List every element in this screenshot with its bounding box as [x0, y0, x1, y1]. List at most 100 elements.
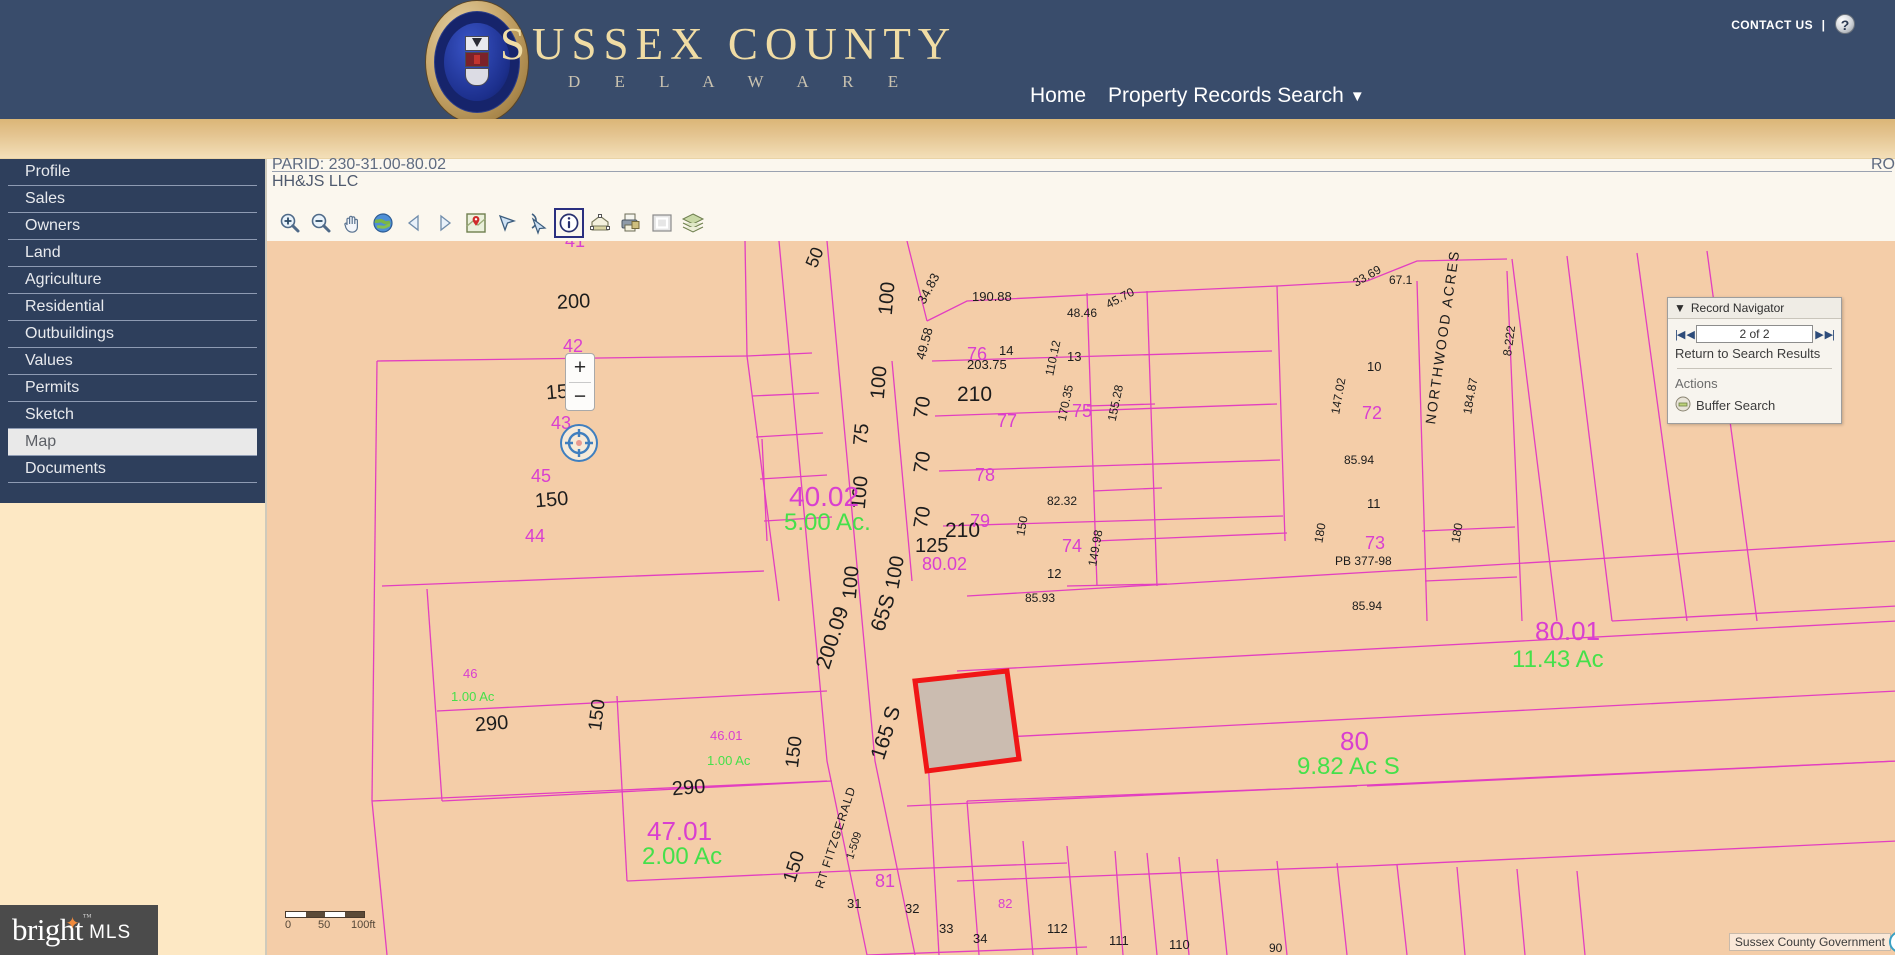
map-scale-bar: 0 50 100ft [285, 911, 377, 933]
chevron-down-icon[interactable]: ▼ [1350, 88, 1365, 105]
sidebar-item-profile[interactable]: Profile [8, 159, 257, 186]
selected-parcel-id: 80.02 [922, 554, 968, 574]
sidebar-item-map[interactable]: Map [8, 429, 257, 456]
trademark-icon: ™ [82, 912, 92, 922]
parcel-id-label: 45 [531, 466, 552, 486]
record-page-input[interactable]: 2 of 2 [1695, 325, 1814, 343]
selected-parcel-shape [912, 668, 1022, 774]
sidebar-item-outbuildings[interactable]: Outbuildings [8, 321, 257, 348]
parcel-id-label: 78 [975, 465, 996, 485]
dimension-label: 70 [909, 504, 936, 531]
brand-title: SUSSEX COUNTY [500, 19, 958, 69]
dimension-label: 67.1 [1389, 273, 1413, 287]
sub-id-label: 90 [1269, 941, 1283, 955]
sub-id-label: 112 [1047, 921, 1068, 936]
first-record-button[interactable]: |◀ [1675, 328, 1685, 341]
sidebar-item-land[interactable]: Land [8, 240, 257, 267]
dimension-label: 100 [874, 280, 900, 317]
dimension-label: 75 [849, 422, 874, 447]
sub-id-label: 13 [1067, 349, 1082, 364]
dimension-label: 100 [866, 364, 892, 401]
select-arrow-icon[interactable] [492, 208, 522, 238]
record-navigator-title: Record Navigator [1690, 301, 1785, 315]
return-to-search-results-link[interactable]: Return to Search Results [1675, 346, 1834, 361]
dimension-label: 200 [556, 290, 591, 314]
help-icon[interactable]: ? [1835, 14, 1855, 34]
dimension-label: 70 [909, 449, 936, 476]
zoom-out-icon[interactable] [306, 208, 336, 238]
sidebar-item-agriculture[interactable]: Agriculture [8, 267, 257, 294]
parcel-id-label: 79 [970, 511, 991, 531]
dimension-label: 190.88 [972, 289, 1012, 304]
sidebar-item-permits[interactable]: Permits [8, 375, 257, 402]
actions-label: Actions [1675, 376, 1718, 391]
pan-hand-icon[interactable] [337, 208, 367, 238]
parcel-id-label: 41 [565, 241, 586, 251]
sub-id-label: 32 [905, 901, 920, 916]
sub-id-label: 110 [1169, 937, 1190, 952]
zoom-in-icon[interactable] [275, 208, 305, 238]
parcel-id-label: 81 [875, 871, 896, 891]
sidebar-item-values[interactable]: Values [8, 348, 257, 375]
parcel-id-label: 74 [1062, 536, 1083, 556]
record-pager: |◀ ◀ 2 of 2 ▶ ▶| [1675, 325, 1835, 343]
dimension-label: 150 [782, 734, 807, 769]
nav-home[interactable]: Home [1030, 84, 1086, 108]
contact-us-link[interactable]: CONTACT US [1731, 18, 1813, 32]
extent-icon[interactable] [647, 208, 677, 238]
prev-record-button[interactable]: ◀ [1686, 328, 1695, 341]
collapse-caret-icon[interactable]: ▼ [1674, 301, 1686, 315]
buffer-search-action[interactable]: Buffer Search [1675, 396, 1834, 415]
last-record-button[interactable]: ▶| [1825, 328, 1835, 341]
sub-id-label: 31 [847, 896, 862, 911]
parcel-id-label: 46.01 [710, 728, 743, 743]
sketch-shape-icon[interactable] [585, 208, 615, 238]
main-navigation: Home Property Records Search ▼ [1030, 84, 1365, 108]
nav-property-records-search[interactable]: Property Records Search [1108, 84, 1344, 108]
sub-id-label: 10 [1367, 359, 1382, 374]
forward-arrow-icon[interactable] [430, 208, 460, 238]
dimension-label: 82.32 [1047, 494, 1078, 508]
buffer-search-label: Buffer Search [1696, 398, 1776, 413]
layers-icon[interactable] [678, 208, 708, 238]
site-header: SUSSEX COUNTY D E L A W A R E CONTACT US… [0, 0, 1895, 119]
watermark-suffix: MLS [89, 922, 132, 943]
zoom-out-button[interactable]: − [566, 383, 594, 411]
zoom-in-button[interactable]: + [566, 354, 594, 382]
map-pin-icon[interactable] [461, 208, 491, 238]
sparkle-icon: ✦ [65, 914, 80, 933]
sub-id-label: 11 [1367, 496, 1381, 511]
dimension-label: 70 [909, 394, 936, 421]
map-toolbar [267, 205, 1895, 241]
sidebar-item-sales[interactable]: Sales [8, 186, 257, 213]
brightmls-watermark: bright ✦ ™ MLS [0, 905, 158, 955]
print-icon[interactable] [616, 208, 646, 238]
dimension-label: 85.94 [1344, 453, 1375, 467]
sub-id-label: 14 [999, 343, 1014, 358]
owner-name: HH&JS LLC [272, 173, 359, 190]
sub-id-label: 111 [1109, 933, 1129, 948]
sidebar-item-sketch[interactable]: Sketch [8, 402, 257, 429]
dimension-label: 48.46 [1067, 306, 1098, 320]
sidebar-item-owners[interactable]: Owners [8, 213, 257, 240]
next-record-button[interactable]: ▶ [1815, 328, 1824, 341]
divider [1677, 368, 1832, 369]
brand-subtitle: D E L A W A R E [568, 72, 914, 91]
parcel-id-label: 76 [967, 344, 988, 364]
sidebar-item-residential[interactable]: Residential [8, 294, 257, 321]
globe-icon[interactable] [368, 208, 398, 238]
locate-crosshair-icon[interactable] [560, 424, 598, 462]
parcel-id-label: 77 [997, 411, 1018, 431]
dimension-label: 290 [474, 711, 510, 737]
parcel-map-canvas[interactable]: 50 200 42 41 150 43 45 150 44 100 100 10… [267, 241, 1895, 955]
buffer-search-icon [1675, 396, 1691, 415]
watermark-word: bright ✦ ™ [12, 912, 92, 947]
measure-icon[interactable] [523, 208, 553, 238]
record-navigator-header[interactable]: ▼ Record Navigator [1668, 298, 1841, 319]
sub-id-label: 34 [973, 931, 988, 946]
header-accent-stripe [0, 119, 1895, 159]
sidebar-item-documents[interactable]: Documents [8, 456, 257, 483]
back-arrow-icon[interactable] [399, 208, 429, 238]
acreage-label: 2.00 Ac [642, 843, 723, 870]
info-icon[interactable] [554, 208, 584, 238]
